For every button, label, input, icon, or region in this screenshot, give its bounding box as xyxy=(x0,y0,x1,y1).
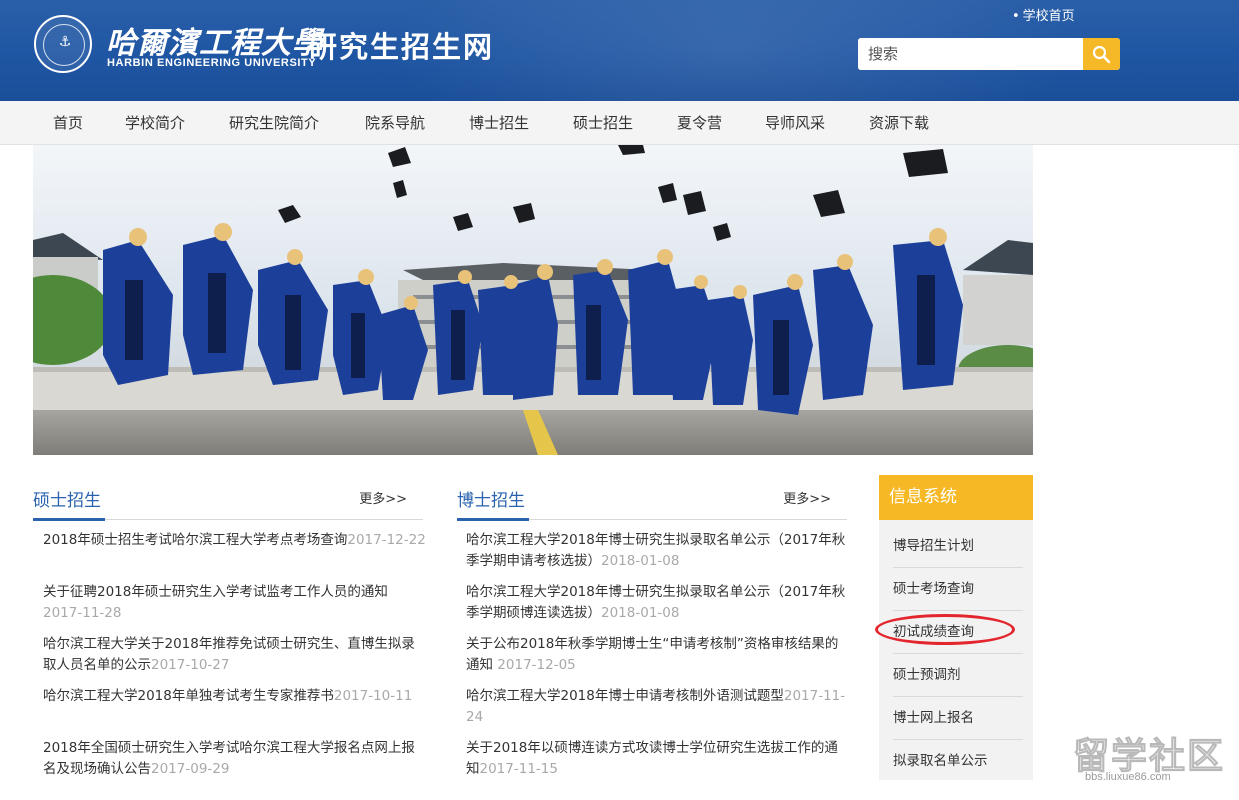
doctor-news-item[interactable]: 哈尔滨工程大学2018年博士研究生拟录取名单公示（2017年秋季学期硕博连读选拔… xyxy=(466,582,851,624)
news-date: 2017-12-05 xyxy=(497,657,576,673)
doctor-news-item[interactable]: 哈尔滨工程大学2018年博士研究生拟录取名单公示（2017年秋季学期申请考核选拔… xyxy=(466,530,851,572)
master-more-link[interactable]: 更多>> xyxy=(359,488,407,507)
search-input[interactable] xyxy=(858,38,1084,70)
info-item-doctoral-registration[interactable]: 博士网上报名 xyxy=(893,697,1023,740)
info-item-admission-list[interactable]: 拟录取名单公示 xyxy=(893,740,1023,783)
university-logo[interactable]: ⚓ xyxy=(34,15,92,73)
master-news-item[interactable]: 2018年全国硕士研究生入学考试哈尔滨工程大学报名点网上报名及现场确认公告201… xyxy=(43,738,428,780)
nav-item-home[interactable]: 首页 xyxy=(53,101,83,145)
news-title: 哈尔滨工程大学2018年博士申请考核制外语测试题型 xyxy=(466,688,784,704)
site-title: 研究生招生网 xyxy=(308,30,495,64)
graduation-photo xyxy=(33,145,1033,455)
nav-item-about-graduate-school[interactable]: 研究生院简介 xyxy=(229,101,319,145)
news-title: 哈尔滨工程大学2018年单独考试考生专家推荐书 xyxy=(43,688,334,704)
school-home-link-label: 学校首页 xyxy=(1022,9,1075,24)
doctor-more-link[interactable]: 更多>> xyxy=(783,488,831,507)
logo-anchor-icon: ⚓ xyxy=(58,34,72,50)
nav-item-master-admissions[interactable]: 硕士招生 xyxy=(573,101,633,145)
hero-banner[interactable] xyxy=(33,145,1033,455)
news-date: 2017-09-29 xyxy=(151,761,230,777)
master-news-item[interactable]: 关于征聘2018年硕士研究生入学考试监考工作人员的通知 2017-11-28 xyxy=(43,582,428,624)
highlight-oval xyxy=(875,614,1015,645)
search-box xyxy=(858,38,1120,70)
info-item-doctoral-plan[interactable]: 博导招生计划 xyxy=(893,525,1023,568)
watermark: 留学社区 bbs.liuxue86.com xyxy=(1072,727,1233,789)
news-date: 2018-01-08 xyxy=(601,605,680,621)
main-nav: 首页 学校简介 研究生院简介 院系导航 博士招生 硕士招生 夏令营 导师风采 资… xyxy=(0,101,1239,145)
info-item-pre-adjustment[interactable]: 硕士预调剂 xyxy=(893,654,1023,697)
doctor-section-header: 博士招生 更多>> xyxy=(457,476,847,521)
doctor-news-item[interactable]: 关于公布2018年秋季学期博士生“申请考核制”资格审核结果的通知 2017-12… xyxy=(466,634,851,676)
news-date: 2017-10-27 xyxy=(151,657,230,673)
master-news-item[interactable]: 哈尔滨工程大学2018年单独考试考生专家推荐书2017-10-11 xyxy=(43,686,428,707)
info-item-exam-room-query[interactable]: 硕士考场查询 xyxy=(893,568,1023,611)
news-date: 2017-12-22 xyxy=(347,532,426,548)
nav-item-supervisors[interactable]: 导师风采 xyxy=(765,101,825,145)
master-section-header: 硕士招生 更多>> xyxy=(33,476,423,521)
site-header: ⚓ 哈爾濱工程大學 HARBIN ENGINEERING UNIVERSITY … xyxy=(0,0,1239,101)
master-section-title[interactable]: 硕士招生 xyxy=(33,486,101,511)
news-title: 关于征聘2018年硕士研究生入学考试监考工作人员的通知 xyxy=(43,584,388,600)
nav-item-downloads[interactable]: 资源下载 xyxy=(869,101,929,145)
news-date: 2017-11-15 xyxy=(479,761,558,777)
master-admissions-section: 硕士招生 更多>> xyxy=(33,476,423,521)
news-date: 2017-11-28 xyxy=(43,605,122,621)
nav-item-about-school[interactable]: 学校简介 xyxy=(125,101,185,145)
nav-item-summer-camp[interactable]: 夏令营 xyxy=(677,101,722,145)
section-underline xyxy=(457,518,529,521)
bullet-icon: • xyxy=(1012,9,1020,24)
university-name-cn: 哈爾濱工程大學 xyxy=(106,26,323,61)
doctor-news-item[interactable]: 关于2018年以硕博连读方式攻读博士学位研究生选拔工作的通知2017-11-15 xyxy=(466,738,851,780)
nav-item-departments[interactable]: 院系导航 xyxy=(365,101,425,145)
doctor-news-item[interactable]: 哈尔滨工程大学2018年博士申请考核制外语测试题型2017-11-24 xyxy=(466,686,851,728)
news-date: 2017-10-11 xyxy=(333,688,413,704)
university-name-en: HARBIN ENGINEERING UNIVERSITY xyxy=(107,57,317,69)
news-date: 2018-01-08 xyxy=(601,553,680,569)
watermark-url: bbs.liuxue86.com xyxy=(1085,771,1171,783)
doctor-section-title[interactable]: 博士招生 xyxy=(457,486,525,511)
master-news-item[interactable]: 2018年硕士招生考试哈尔滨工程大学考点考场查询2017-12-22 xyxy=(43,530,428,551)
doctoral-admissions-section: 博士招生 更多>> xyxy=(457,476,847,521)
school-home-link[interactable]: • 学校首页 xyxy=(1012,5,1075,24)
search-icon xyxy=(1092,45,1111,64)
master-news-item[interactable]: 哈尔滨工程大学关于2018年推荐免试硕士研究生、直博生拟录取人员名单的公示201… xyxy=(43,634,428,676)
nav-item-doctoral-admissions[interactable]: 博士招生 xyxy=(469,101,529,145)
search-button[interactable] xyxy=(1083,38,1120,70)
section-underline xyxy=(33,518,105,521)
info-system-title: 信息系统 xyxy=(879,475,1033,520)
news-title: 2018年硕士招生考试哈尔滨工程大学考点考场查询 xyxy=(43,532,348,548)
